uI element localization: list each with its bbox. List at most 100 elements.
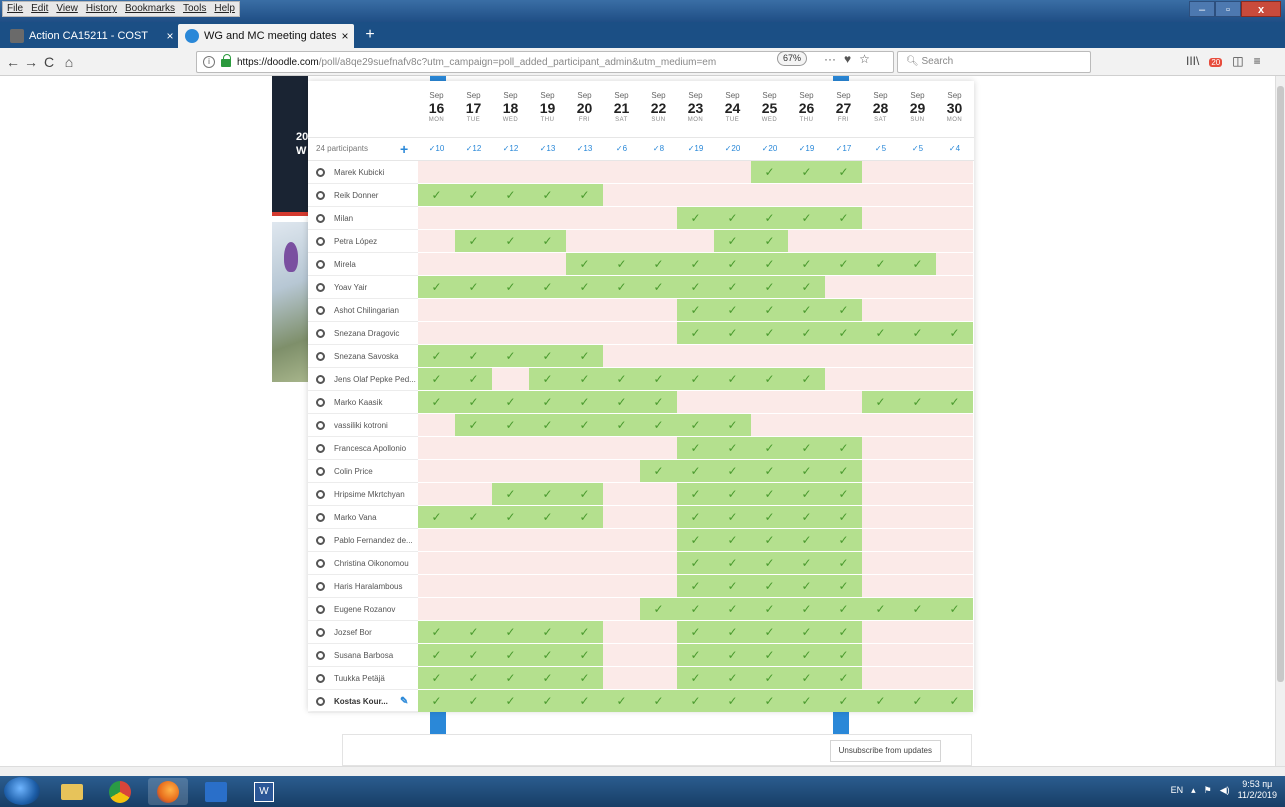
vote-yes-cell[interactable]: ✓ [677,690,714,712]
date-weekday: THU [799,117,814,123]
participants-count-label: 24 participants [316,144,369,153]
horizontal-scrollbar[interactable] [0,766,1285,776]
vote-yes-cell: ✓ [825,322,862,344]
back-icon[interactable]: ← [4,54,22,70]
checkmark-icon: ✓ [579,487,590,501]
bookmark-star-icon[interactable]: ☆ [859,52,870,66]
vote-yes-cell: ✓ [603,253,640,275]
participant-row: Snezana Dragovic ✓ ✓ ✓ ✓ ✓ ✓ ✓ ✓ [308,322,974,345]
explorer-taskbar-button[interactable] [52,778,92,805]
vote-yes-cell[interactable]: ✓ [751,690,788,712]
vote-no-cell [862,506,899,528]
volume-icon[interactable]: ◀) [1220,785,1230,796]
scrollbar-thumb[interactable] [1277,86,1284,682]
vote-yes-cell: ✓ [714,598,751,620]
hamburger-menu-icon[interactable]: ≡ [1254,54,1261,68]
checkmark-icon: ✓ [542,487,553,501]
vertical-scrollbar[interactable] [1275,76,1285,766]
menu-item-help[interactable]: Help [210,2,239,16]
tab-close-icon[interactable]: × [161,29,179,43]
menu-item-view[interactable]: View [52,2,82,16]
firefox-taskbar-button[interactable] [148,778,188,805]
tab-close-icon[interactable]: × [336,29,354,43]
vote-yes-cell[interactable]: ✓ [529,690,566,712]
menu-item-file[interactable]: File [3,2,27,16]
outlook-taskbar-button[interactable] [196,778,236,805]
edit-pencil-icon[interactable]: ✎ [400,690,408,712]
menu-item-edit[interactable]: Edit [27,2,52,16]
vote-yes-cell: ✓ [825,483,862,505]
participant-row: Snezana Savoska ✓ ✓ ✓ ✓ ✓ [308,345,974,368]
vote-yes-cell[interactable]: ✓ [455,690,492,712]
library-icon[interactable]: III\ [1186,54,1199,68]
date-day: 20 [576,100,593,116]
user-avatar-icon [316,444,325,453]
menu-item-history[interactable]: History [82,2,121,16]
participant-row: Marko Vana ✓ ✓ ✓ ✓ ✓ ✓ ✓ ✓ ✓ ✓ [308,506,974,529]
unsubscribe-button[interactable]: Unsubscribe from updates [829,740,941,762]
vote-yes-cell[interactable]: ✓ [566,690,603,712]
hero-text: 20 W [296,131,309,157]
date-day: 23 [687,100,704,116]
menu-item-bookmarks[interactable]: Bookmarks [121,2,179,16]
vote-no-cell [418,575,455,597]
checkmark-icon: ✓ [727,257,738,271]
vote-no-cell [677,184,714,206]
forward-icon[interactable]: → [22,54,40,70]
sidebar-icon[interactable]: ◫ [1232,54,1243,68]
vote-yes-cell[interactable]: ✓ [936,690,973,712]
checkmark-icon: ✓ [431,395,442,409]
vote-count: ✓20 [724,144,741,153]
participant-name: Marek Kubicki [334,168,385,177]
checkmark-icon: ✓ [653,257,664,271]
vote-yes-cell: ✓ [788,506,825,528]
vote-no-cell [936,437,973,459]
vote-yes-cell[interactable]: ✓ [603,690,640,712]
start-button[interactable] [4,777,40,805]
vote-no-cell [788,230,825,252]
new-tab-button[interactable]: + [360,24,380,46]
search-input[interactable]: 🔍︎ Search [897,51,1091,73]
zoom-level[interactable]: 67% [777,51,808,66]
pocket-icon[interactable]: ♥ [844,52,851,66]
reload-icon[interactable]: C [40,54,58,70]
show-hidden-icons-icon[interactable]: ▴ [1191,785,1196,796]
addon-notification-icon[interactable]: 20 [1209,54,1223,68]
tab-action-cost[interactable]: Action CA15211 - COST × [3,24,179,48]
notification-badge: 20 [1209,58,1223,67]
vote-yes-cell[interactable]: ✓ [899,690,936,712]
info-icon[interactable]: i [203,56,215,68]
clock[interactable]: 9:53 пμ 11/2/2019 [1238,779,1277,801]
vote-yes-cell: ✓ [677,253,714,275]
add-participant-button[interactable]: + [400,141,408,157]
chrome-taskbar-button[interactable] [100,778,140,805]
close-window-button[interactable]: x [1241,1,1281,17]
vote-yes-cell[interactable]: ✓ [714,690,751,712]
language-indicator[interactable]: EN [1171,785,1184,795]
vote-no-cell [640,230,677,252]
home-icon[interactable]: ⌂ [60,54,78,70]
checkmark-icon: ✓ [912,326,923,340]
vote-no-cell [936,644,973,666]
more-actions-icon[interactable]: ··· [824,52,836,66]
vote-yes-cell[interactable]: ✓ [640,690,677,712]
minimize-button[interactable]: – [1189,1,1215,17]
network-icon[interactable]: ⚑ [1204,785,1212,796]
menu-item-tools[interactable]: Tools [179,2,210,16]
date-weekday: SAT [874,117,887,123]
checkmark-icon: ✓ [764,303,775,317]
word-taskbar-button[interactable]: W [244,778,284,805]
participant-name-cell: Snezana Dragovic [308,322,418,345]
vote-no-cell [825,184,862,206]
maximize-button[interactable]: ▫ [1215,1,1241,17]
vote-yes-cell: ✓ [677,575,714,597]
vote-yes-cell[interactable]: ✓ [418,690,455,712]
vote-yes-cell[interactable]: ✓ [788,690,825,712]
vote-yes-cell[interactable]: ✓ [862,690,899,712]
tab-doodle-poll[interactable]: WG and MC meeting dates | D × [178,24,354,48]
checkmark-icon: ✓ [690,579,701,593]
vote-yes-cell[interactable]: ✓ [492,690,529,712]
vote-yes-cell[interactable]: ✓ [825,690,862,712]
checkmark-icon: ✓ [727,510,738,524]
participant-name: Pablo Fernandez de... [334,536,413,545]
